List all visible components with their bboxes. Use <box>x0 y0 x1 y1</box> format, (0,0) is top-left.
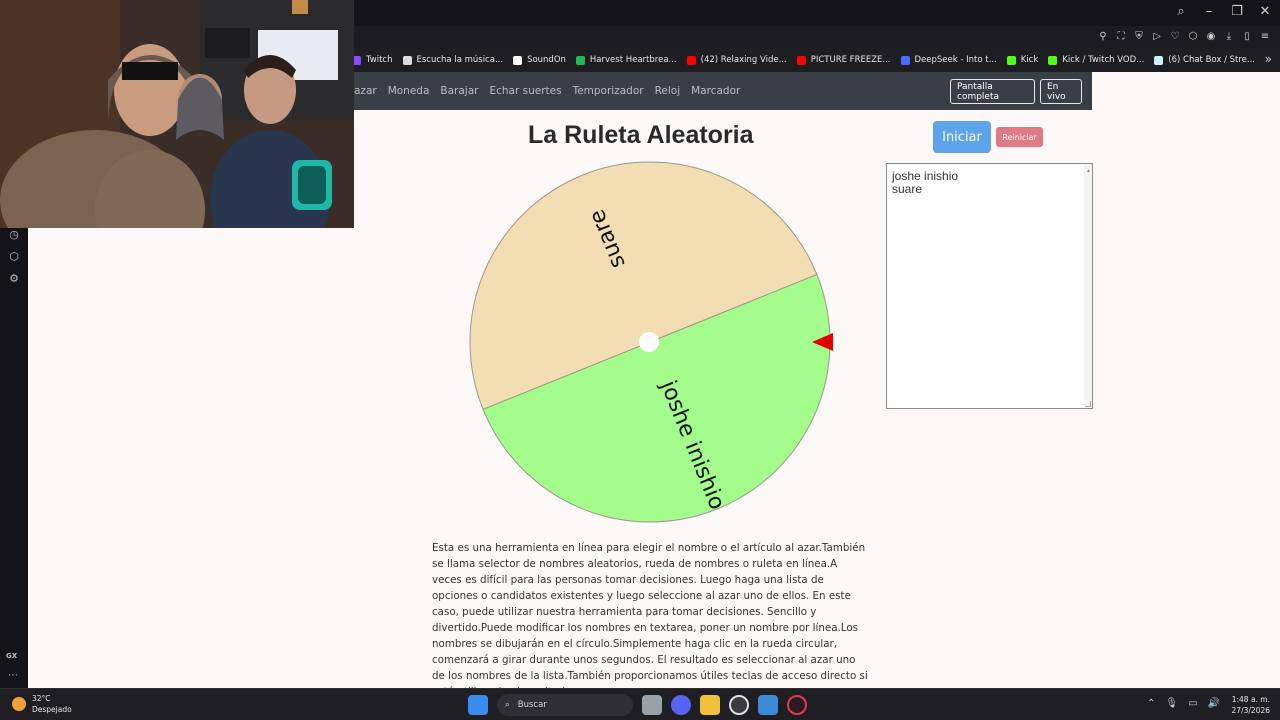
more-icon[interactable]: ⋯ <box>8 670 18 681</box>
bookmark-item[interactable]: Harvest Heartbrea... <box>575 55 677 65</box>
bookmark-label: Kick / Twitch VOD... <box>1062 55 1145 65</box>
nav-link[interactable]: Moneda <box>388 85 430 97</box>
names-textarea[interactable]: joshe inishio suare ▲ <box>886 163 1093 409</box>
bookmark-favicon-icon <box>1048 55 1058 65</box>
live-button[interactable]: En vivo <box>1040 79 1082 104</box>
extensions-icon[interactable]: ⬡ <box>1188 31 1198 42</box>
restore-icon[interactable]: ❐ <box>1230 4 1244 19</box>
name-line: suare <box>892 182 923 196</box>
screenshot-icon[interactable]: ⛶ <box>1116 31 1126 42</box>
bookmark-item[interactable]: Kick / Twitch VOD... <box>1048 55 1144 65</box>
account-icon[interactable]: ◉ <box>1206 31 1216 42</box>
start-icon[interactable] <box>468 695 488 715</box>
taskbar-search[interactable]: ⌕ Buscar <box>497 694 633 716</box>
clock[interactable]: 1:48 a. m. 27/3/2026 <box>1232 694 1270 716</box>
file-explorer-icon[interactable] <box>700 695 720 715</box>
wheel-hub[interactable] <box>639 332 659 352</box>
opera-gx-icon[interactable] <box>787 695 807 715</box>
heart-icon[interactable]: ♡ <box>1170 31 1180 42</box>
screen: ⌕ – ❐ ✕ ⚲ ⛶ ⛨ ▷ ♡ ⬡ ◉ ⤓ ▯ ≡ » Twitch Escu… <box>0 0 1280 720</box>
sidebar-toggle-icon[interactable]: ▯ <box>1242 31 1252 42</box>
webcam-feed <box>0 0 354 228</box>
search-icon[interactable]: ⌕ <box>1174 4 1188 19</box>
temperature: 32°C <box>32 694 51 703</box>
microphone-icon[interactable]: 🎙 <box>1165 698 1178 709</box>
reset-button[interactable]: Reiniciar <box>996 127 1043 147</box>
bookmark-label: (42) Relaxing Vide... <box>700 55 787 65</box>
bookmark-label: SoundOn <box>527 55 566 65</box>
nav-link[interactable]: Marcador <box>691 85 740 97</box>
network-icon[interactable]: ▭ <box>1188 698 1197 709</box>
bookmark-item[interactable]: SoundOn <box>513 55 566 65</box>
weather-widget[interactable]: 32°C Despejado <box>12 693 72 715</box>
bookmark-favicon-icon <box>575 55 585 65</box>
bookmark-label: (6) Chat Box / Stre... <box>1168 55 1256 65</box>
sun-icon <box>12 697 26 711</box>
webcam-overlay <box>0 0 354 228</box>
start-button[interactable]: Iniciar <box>933 121 991 153</box>
time: 1:48 a. m. <box>1231 695 1270 704</box>
roulette-wheel[interactable]: suarejoshe inishio <box>466 158 836 528</box>
browser-toolbar: ⚲ ⛶ ⛨ ▷ ♡ ⬡ ◉ ⤓ ▯ ≡ <box>1098 31 1270 42</box>
bookmark-favicon-icon <box>513 55 523 65</box>
chevron-up-icon[interactable]: ⌃ <box>1147 698 1155 709</box>
weather-status: Despejado <box>32 705 72 714</box>
obs-icon[interactable] <box>729 695 749 715</box>
taskbar-apps: ⌕ Buscar <box>468 694 807 716</box>
names-list: joshe inishio suare <box>892 170 1087 196</box>
search-label: Buscar <box>517 700 547 710</box>
settings-icon[interactable]: ⚙ <box>7 272 21 286</box>
bookmark-favicon-icon <box>796 55 806 65</box>
gx-label: GX <box>6 652 18 660</box>
bookmark-label: Twitch <box>366 55 393 65</box>
bookmark-item[interactable]: (6) Chat Box / Stre... <box>1154 55 1255 65</box>
system-tray: ⌃ 🎙 ▭ 🔊 <box>1147 698 1220 709</box>
bookmark-label: Harvest Heartbrea... <box>589 55 677 65</box>
nav-link[interactable]: Temporizador <box>573 85 644 97</box>
bookmark-label: Kick <box>1020 55 1039 65</box>
bookmark-favicon-icon <box>900 55 910 65</box>
bookmark-item[interactable]: Escucha la música... <box>402 55 504 65</box>
page-title: La Ruleta Aleatoria <box>528 121 754 149</box>
gx-sidebar: ◷ ⬡ ⚙ <box>0 228 28 688</box>
fullscreen-button[interactable]: Pantalla completa <box>950 79 1035 104</box>
bookmark-label: PICTURE FREEZE... <box>810 55 891 65</box>
nav-link[interactable]: Barajar <box>440 85 478 97</box>
history-icon[interactable]: ◷ <box>7 228 21 242</box>
bookmark-favicon-icon <box>1006 55 1016 65</box>
more-bookmarks-icon[interactable]: » <box>1265 52 1272 66</box>
discord-icon[interactable] <box>671 695 691 715</box>
bookmark-favicon-icon <box>402 55 412 65</box>
bookmark-item[interactable]: DeepSeek - Into t... <box>900 55 997 65</box>
bookmark-favicon-icon <box>686 55 696 65</box>
bookmark-label: Escucha la música... <box>416 55 504 65</box>
app-f-icon[interactable] <box>758 695 778 715</box>
minimize-icon[interactable]: – <box>1202 4 1216 19</box>
bookmark-favicon-icon <box>1154 55 1164 65</box>
date: 27/3/2026 <box>1231 706 1270 715</box>
bookmark-item[interactable]: (42) Relaxing Vide... <box>686 55 787 65</box>
description-text: Esta es una herramienta en línea para el… <box>432 542 868 688</box>
search-icon: ⌕ <box>505 700 510 710</box>
extensions-icon[interactable]: ⬡ <box>7 250 21 264</box>
menu-icon[interactable]: ≡ <box>1260 31 1270 42</box>
play-icon[interactable]: ▷ <box>1152 31 1162 42</box>
scrollbar[interactable]: ▲ <box>1084 164 1092 408</box>
volume-icon[interactable]: 🔊 <box>1208 698 1220 709</box>
pin-icon[interactable]: ⚲ <box>1098 31 1108 42</box>
bookmark-label: DeepSeek - Into t... <box>914 55 997 65</box>
nav-links: azar Moneda Barajar Echar suertes Temporizad… <box>354 85 740 97</box>
shield-icon[interactable]: ⛨ <box>1134 31 1144 42</box>
taskbar: 32°C Despejado ⌕ Buscar ⌃ 🎙 ▭ 🔊 1:48 a. … <box>0 688 1280 720</box>
bookmark-item[interactable]: PICTURE FREEZE... <box>796 55 891 65</box>
close-icon[interactable]: ✕ <box>1258 4 1272 19</box>
bookmark-item[interactable]: Kick <box>1006 55 1039 65</box>
nav-link[interactable]: Echar suertes <box>489 85 561 97</box>
download-icon[interactable]: ⤓ <box>1224 31 1234 42</box>
resize-handle[interactable] <box>1085 401 1091 407</box>
nav-link[interactable]: azar <box>354 85 377 97</box>
task-view-icon[interactable] <box>642 695 662 715</box>
nav-link[interactable]: Reloj <box>655 85 681 97</box>
bookmark-item[interactable]: Twitch <box>352 55 393 65</box>
